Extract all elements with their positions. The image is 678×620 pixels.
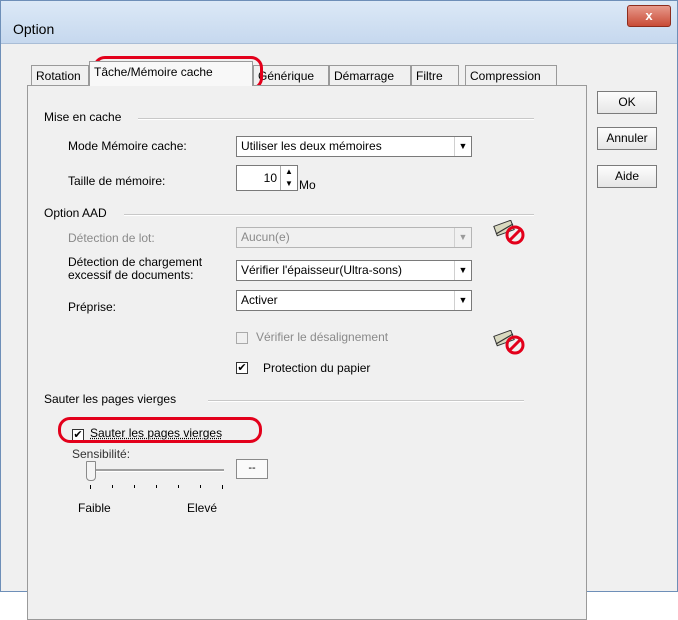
slider-tick — [178, 485, 179, 488]
chevron-down-icon[interactable]: ▼ — [454, 291, 471, 310]
overload-label-2: excessif de documents: — [68, 268, 194, 282]
prohibited-icon — [493, 329, 527, 359]
prepick-select[interactable]: Activer ▼ — [236, 290, 472, 311]
slider-tick — [200, 485, 201, 488]
tab-tache-memoire[interactable]: Tâche/Mémoire cache — [89, 61, 253, 86]
group-aad-title: Option AAD — [44, 206, 107, 220]
sensitivity-label: Sensibilité: — [72, 447, 131, 461]
slider-tick — [134, 485, 135, 488]
tab-generique[interactable]: Générique — [253, 65, 329, 85]
tab-filtre[interactable]: Filtre — [411, 65, 459, 85]
sensitivity-slider[interactable] — [80, 461, 230, 501]
memory-size-input[interactable]: 10 ▲ ▼ — [236, 165, 298, 191]
help-button[interactable]: Aide — [597, 165, 657, 188]
tab-demarrage[interactable]: Démarrage — [329, 65, 411, 85]
chevron-down-icon[interactable]: ▼ — [454, 261, 471, 280]
highlight-skip-blank — [58, 417, 262, 443]
prohibited-icon — [493, 219, 527, 249]
slider-tick — [112, 485, 113, 488]
group-cache-title: Mise en cache — [44, 110, 122, 124]
group-blank-line — [208, 400, 524, 402]
batch-detection-label: Détection de lot: — [68, 231, 155, 245]
skew-label: Vérifier le désalignement — [256, 330, 389, 344]
sensitivity-value-box: -- — [236, 459, 268, 479]
cache-mode-select[interactable]: Utiliser les deux mémoires ▼ — [236, 136, 472, 157]
group-blank-title: Sauter les pages vierges — [44, 392, 177, 406]
chevron-down-icon[interactable]: ▼ — [454, 137, 471, 156]
memory-size-label: Taille de mémoire: — [68, 174, 166, 188]
slider-tick — [156, 485, 157, 488]
checkmark-icon: ✔ — [237, 362, 247, 374]
memory-size-value: 10 — [263, 171, 277, 185]
overload-select[interactable]: Vérifier l'épaisseur(Ultra-sons) ▼ — [236, 260, 472, 281]
batch-detection-value: Aucun(e) — [241, 230, 290, 244]
ok-button[interactable]: OK — [597, 91, 657, 114]
cache-mode-value: Utiliser les deux mémoires — [241, 139, 382, 153]
sensitivity-low-label: Faible — [78, 501, 111, 515]
window-title: Option — [13, 21, 55, 37]
memory-size-stepper[interactable]: ▲ ▼ — [280, 166, 297, 190]
tab-rotation[interactable]: Rotation — [31, 65, 89, 85]
cache-mode-label: Mode Mémoire cache: — [68, 139, 187, 153]
dialog-body: Rotation Tâche/Mémoire cache Générique D… — [9, 45, 669, 620]
batch-detection-select[interactable]: Aucun(e) ▼ — [236, 227, 472, 248]
paper-protection-label: Protection du papier — [263, 361, 371, 375]
sensitivity-high-label: Elevé — [187, 501, 218, 515]
prepick-label: Préprise: — [68, 300, 117, 314]
overload-value: Vérifier l'épaisseur(Ultra-sons) — [241, 263, 403, 277]
tab-panel: Mise en cache Mode Mémoire cache: Utilis… — [27, 85, 587, 620]
option-dialog: Option x Rotation Tâche/Mémoire cache Gé… — [0, 0, 678, 620]
slider-tick — [90, 485, 91, 489]
close-button[interactable]: x — [627, 5, 671, 27]
slider-track — [88, 469, 224, 472]
group-cache-line — [138, 118, 534, 120]
chevron-down-icon[interactable]: ▼ — [454, 228, 471, 247]
memory-size-unit: Mo — [299, 178, 316, 192]
slider-tick — [222, 485, 223, 489]
tab-compression[interactable]: Compression — [465, 65, 557, 85]
skew-checkbox[interactable] — [236, 332, 248, 344]
title-bar: Option x — [1, 1, 677, 44]
prepick-value: Activer — [241, 293, 278, 307]
sensitivity-value: -- — [248, 462, 256, 474]
slider-thumb[interactable] — [86, 461, 96, 481]
cancel-button[interactable]: Annuler — [597, 127, 657, 150]
overload-label-1: Détection de chargement — [68, 255, 203, 269]
group-aad-line — [124, 214, 534, 216]
paper-protection-checkbox[interactable]: ✔ — [236, 362, 248, 374]
